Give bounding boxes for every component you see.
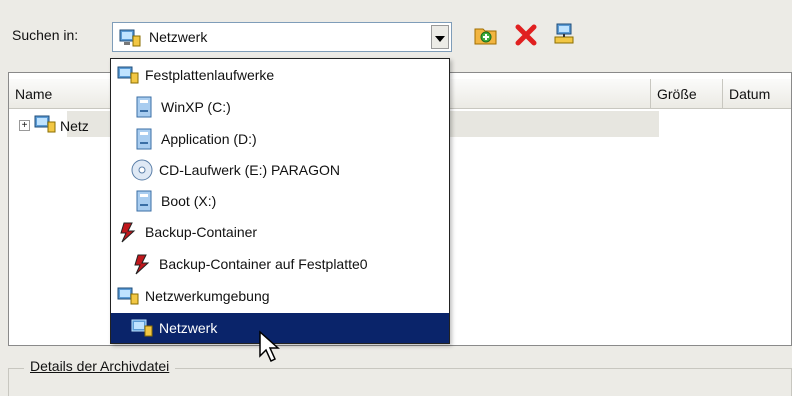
dropdown-item-label: Backup-Container auf Festplatte0	[159, 256, 368, 272]
network-computer-icon	[34, 114, 56, 137]
dropdown-item-cd-drive[interactable]: CD-Laufwerk (E:) PARAGON	[111, 155, 449, 185]
look-in-combobox[interactable]: Netzwerk	[112, 22, 452, 52]
delete-button[interactable]	[514, 24, 538, 48]
mouse-cursor-icon	[258, 330, 282, 367]
dropdown-item-application[interactable]: Application (D:)	[111, 124, 449, 154]
chevron-down-icon	[435, 29, 445, 45]
dropdown-item-label: Application (D:)	[161, 131, 257, 147]
dropdown-item-label: Netzwerk	[159, 320, 218, 336]
drive-icon	[133, 96, 155, 118]
new-folder-button[interactable]	[474, 24, 498, 48]
dropdown-item-festplattenlaufwerke[interactable]: Festplattenlaufwerke	[111, 60, 449, 90]
delete-icon	[515, 24, 537, 49]
combo-dropdown-button[interactable]	[431, 25, 449, 49]
network-computer-icon	[117, 64, 139, 86]
network-drive-icon	[553, 23, 575, 50]
cd-drive-icon	[131, 159, 153, 181]
details-group-label: Details der Archivdatei	[24, 358, 176, 374]
tree-row-network[interactable]: + Netz	[19, 114, 89, 137]
drive-icon	[133, 128, 155, 150]
dropdown-item-backup-container-disk0[interactable]: Backup-Container auf Festplatte0	[111, 249, 449, 279]
network-computer-icon	[117, 285, 139, 307]
dropdown-item-label: CD-Laufwerk (E:) PARAGON	[159, 162, 340, 178]
tree-node-label: Netz	[60, 117, 89, 134]
dropdown-item-label: Backup-Container	[145, 224, 258, 240]
column-header-size[interactable]: Größe	[651, 79, 723, 109]
new-folder-icon	[474, 24, 498, 49]
map-network-drive-button[interactable]	[552, 23, 576, 50]
dropdown-item-boot[interactable]: Boot (X:)	[111, 186, 449, 216]
backup-icon	[117, 221, 139, 243]
network-computer-icon	[119, 28, 141, 51]
look-in-dropdown-list[interactable]: Festplattenlaufwerke WinXP (C:) Applicat…	[110, 58, 450, 344]
dropdown-item-netzwerkumgebung[interactable]: Netzwerkumgebung	[111, 281, 449, 311]
open-archive-dialog: Suchen in: Netzwerk Name Größe Datum + N…	[0, 0, 792, 396]
drive-icon	[133, 190, 155, 212]
backup-icon	[131, 253, 153, 275]
look-in-label: Suchen in:	[12, 27, 79, 43]
network-computer-icon	[131, 317, 153, 339]
dropdown-item-label: Boot (X:)	[161, 193, 217, 209]
dropdown-item-label: Netzwerkumgebung	[145, 288, 270, 304]
dropdown-item-label: WinXP (C:)	[161, 99, 231, 115]
column-header-date[interactable]: Datum	[723, 79, 792, 109]
look-in-value: Netzwerk	[149, 29, 208, 45]
dropdown-item-backup-container[interactable]: Backup-Container	[111, 217, 449, 247]
dropdown-item-winxp[interactable]: WinXP (C:)	[111, 92, 449, 122]
dropdown-item-label: Festplattenlaufwerke	[145, 67, 275, 83]
tree-expander[interactable]: +	[19, 120, 30, 131]
